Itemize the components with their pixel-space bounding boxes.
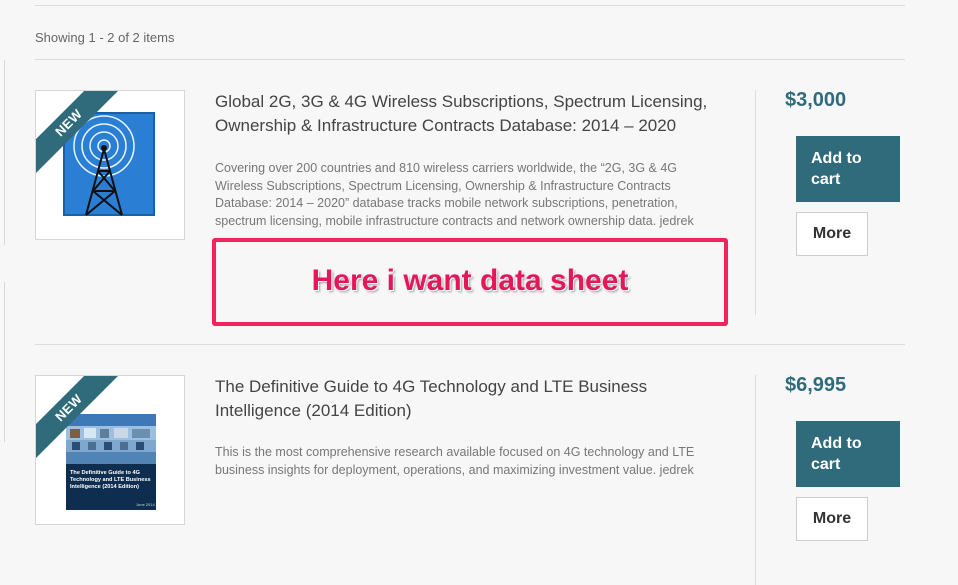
product-thumbnail[interactable]: NEW — [35, 90, 185, 240]
svg-text:Technology and LTE Business: Technology and LTE Business — [70, 477, 151, 483]
svg-text:Intelligence (2014 Edition): Intelligence (2014 Edition) — [70, 484, 139, 490]
book-cover-icon: The Definitive Guide to 4G Technology an… — [66, 414, 156, 510]
header-divider — [35, 59, 905, 60]
product-divider — [35, 344, 905, 345]
product-description: This is the most comprehensive research … — [215, 445, 695, 477]
top-divider — [35, 5, 905, 6]
product-price: $6,995 — [785, 374, 847, 396]
left-panel-edge — [0, 60, 5, 245]
price-divider — [755, 90, 756, 315]
add-to-cart-button[interactable]: Add to cart — [796, 136, 900, 202]
left-panel-edge — [0, 282, 5, 442]
more-button[interactable]: More — [796, 212, 868, 256]
product-title[interactable]: The Definitive Guide to 4G Technology an… — [215, 375, 725, 423]
svg-text:June 2014: June 2014 — [136, 502, 155, 507]
price-divider — [755, 375, 756, 585]
product-price: $3,000 — [785, 89, 847, 111]
product-title[interactable]: Global 2G, 3G & 4G Wireless Subscription… — [215, 90, 725, 138]
svg-text:The Definitive Guide to 4G: The Definitive Guide to 4G — [70, 470, 140, 476]
more-button[interactable]: More — [796, 497, 868, 541]
annotation-text: Here i want data sheet — [311, 264, 629, 297]
annotation-box: Here i want data sheet — [212, 238, 728, 326]
radio-tower-icon — [63, 112, 155, 216]
add-to-cart-button[interactable]: Add to cart — [796, 421, 900, 487]
items-count: Showing 1 - 2 of 2 items — [35, 30, 175, 45]
product-description: Covering over 200 countries and 810 wire… — [215, 161, 694, 228]
product-thumbnail[interactable]: The Definitive Guide to 4G Technology an… — [35, 375, 185, 525]
